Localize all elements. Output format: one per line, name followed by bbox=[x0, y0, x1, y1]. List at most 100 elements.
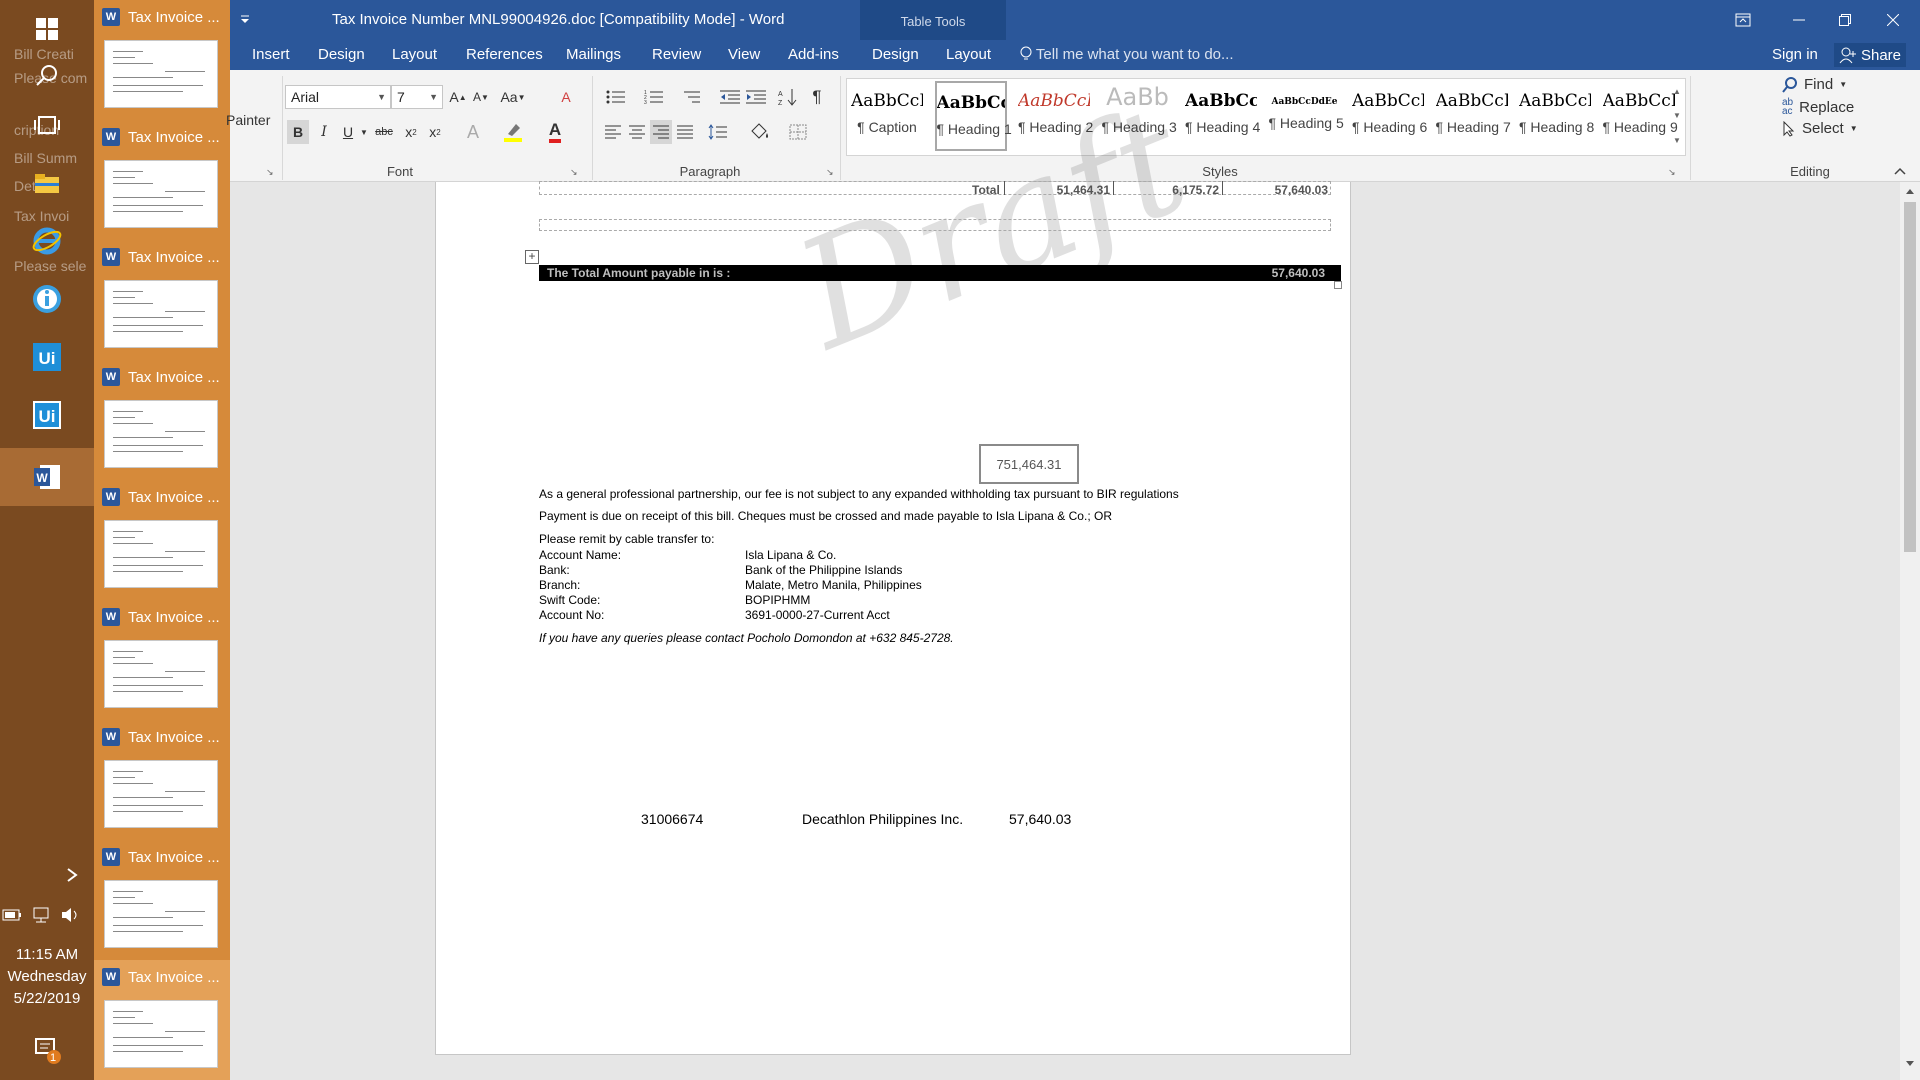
empty-table-row bbox=[539, 219, 1331, 231]
decrease-indent-button[interactable] bbox=[718, 85, 742, 109]
internet-explorer-button[interactable] bbox=[0, 212, 94, 270]
show-formatting-marks-button[interactable]: ¶ bbox=[806, 85, 828, 109]
style-option[interactable]: AaBbCcDdEe ¶ Heading 5 bbox=[1269, 81, 1344, 151]
line-spacing-button[interactable] bbox=[704, 120, 734, 144]
scroll-up-icon[interactable] bbox=[1905, 187, 1915, 195]
style-option[interactable]: AaBbCcD ¶ Heading 4 bbox=[1185, 81, 1260, 151]
align-right-button[interactable] bbox=[650, 120, 672, 144]
style-option[interactable]: AaBbCcI ¶ Heading 9 bbox=[1603, 81, 1678, 151]
tab-view[interactable]: View bbox=[728, 46, 760, 63]
styles-dialog-launcher[interactable]: ↘ bbox=[1668, 167, 1676, 178]
font-color-button[interactable]: A bbox=[540, 120, 570, 144]
table-move-handle[interactable]: + bbox=[525, 250, 539, 264]
taskbar-thumbnail-item[interactable]: W Tax Invoice ... bbox=[94, 840, 230, 960]
taskbar-thumbnail-item[interactable]: W Tax Invoice ... bbox=[94, 600, 230, 720]
styles-scroll-up[interactable]: ▲ bbox=[1670, 80, 1684, 102]
share-button[interactable]: Share bbox=[1834, 43, 1906, 67]
subscript-button[interactable]: x2 bbox=[400, 120, 422, 144]
vertical-scrollbar[interactable] bbox=[1900, 182, 1920, 1080]
task-view-button[interactable] bbox=[0, 96, 94, 154]
underline-dropdown[interactable]: ▼ bbox=[359, 122, 369, 142]
align-left-button[interactable] bbox=[602, 120, 624, 144]
tab-mailings[interactable]: Mailings bbox=[566, 46, 621, 63]
close-button[interactable] bbox=[1870, 0, 1916, 40]
styles-more-button[interactable]: ▼ bbox=[1670, 128, 1684, 152]
clock-day[interactable]: Wednesday bbox=[0, 968, 94, 985]
numbering-button[interactable]: 123 bbox=[638, 85, 670, 109]
taskbar-thumbnail-item[interactable]: W Tax Invoice ... bbox=[94, 480, 230, 600]
document-page[interactable]: Draft Total 51,464.31 6,175.72 57,640.03… bbox=[435, 73, 1351, 1055]
taskbar-thumbnail-item[interactable]: W Tax Invoice ... bbox=[94, 240, 230, 360]
find-button[interactable]: Find ▼ bbox=[1782, 76, 1847, 93]
taskbar-thumbnail-item[interactable]: W Tax Invoice ... bbox=[94, 360, 230, 480]
boxed-total-field[interactable]: 751,464.31 bbox=[979, 444, 1079, 484]
network-icon[interactable] bbox=[30, 907, 52, 923]
taskbar-thumbnail-item[interactable]: W Tax Invoice ... bbox=[94, 960, 230, 1080]
paragraph-dialog-launcher[interactable]: ↘ bbox=[826, 167, 834, 178]
shrink-font-button[interactable]: A ▼ bbox=[472, 87, 490, 107]
taskbar-thumbnail-item[interactable]: W Tax Invoice ... bbox=[94, 120, 230, 240]
font-dialog-launcher[interactable]: ↘ bbox=[570, 167, 578, 178]
taskbar-thumbnail-item[interactable]: W Tax Invoice ... bbox=[94, 0, 230, 120]
tab-review[interactable]: Review bbox=[652, 46, 701, 63]
quick-access-menu-icon[interactable] bbox=[240, 14, 250, 24]
style-option[interactable]: AaBbCcI ¶ Heading 6 bbox=[1352, 81, 1427, 151]
replace-button[interactable]: ab ac Replace bbox=[1782, 98, 1854, 117]
superscript-button[interactable]: x2 bbox=[424, 120, 446, 144]
text-effects-button[interactable]: A bbox=[458, 120, 488, 144]
align-center-button[interactable] bbox=[626, 120, 648, 144]
sign-in-link[interactable]: Sign in bbox=[1772, 46, 1818, 63]
italic-button[interactable]: I bbox=[313, 120, 335, 144]
scrollbar-thumb[interactable] bbox=[1904, 202, 1916, 552]
tell-me-search[interactable]: Tell me what you want to do... bbox=[1020, 46, 1234, 63]
scroll-down-icon[interactable] bbox=[1905, 1060, 1915, 1068]
taskbar-thumbnail-item[interactable]: W Tax Invoice ... bbox=[94, 720, 230, 840]
clear-formatting-button[interactable]: A bbox=[556, 87, 576, 107]
clipboard-dialog-launcher[interactable]: ↘ bbox=[266, 167, 274, 178]
bullets-button[interactable] bbox=[600, 85, 632, 109]
tab-table-design[interactable]: Design bbox=[872, 46, 919, 63]
collapse-ribbon-button[interactable] bbox=[1890, 162, 1910, 180]
shading-button[interactable] bbox=[744, 120, 776, 144]
multilevel-list-button[interactable] bbox=[676, 85, 708, 109]
battery-icon[interactable] bbox=[2, 908, 22, 922]
sort-button[interactable]: AZ bbox=[776, 85, 800, 109]
bold-button[interactable]: B bbox=[287, 120, 309, 144]
tab-insert[interactable]: Insert bbox=[252, 46, 290, 63]
restore-button[interactable] bbox=[1822, 0, 1868, 40]
clock-date[interactable]: 5/22/2019 bbox=[0, 990, 94, 1007]
clock-time[interactable]: 11:15 AM bbox=[0, 946, 94, 963]
ribbon-display-options-button[interactable] bbox=[1720, 0, 1766, 40]
font-size-select[interactable]: 7 ▼ bbox=[391, 85, 443, 109]
underline-button[interactable]: U bbox=[337, 120, 359, 144]
app-button-info[interactable] bbox=[0, 270, 94, 328]
show-more-button[interactable] bbox=[0, 860, 94, 890]
volume-icon[interactable] bbox=[60, 907, 80, 923]
tab-table-layout[interactable]: Layout bbox=[946, 46, 991, 63]
file-explorer-button[interactable] bbox=[0, 154, 94, 212]
word-taskbar-button[interactable]: W bbox=[0, 448, 94, 506]
format-painter-label[interactable]: Painter bbox=[226, 112, 270, 128]
grow-font-button[interactable]: A ▲ bbox=[449, 87, 467, 107]
justify-button[interactable] bbox=[674, 120, 696, 144]
borders-button[interactable] bbox=[782, 120, 814, 144]
table-resize-handle[interactable] bbox=[1334, 281, 1342, 289]
style-option[interactable]: AaBbCcI ¶ Heading 7 bbox=[1436, 81, 1511, 151]
tab-add-ins[interactable]: Add-ins bbox=[788, 46, 839, 63]
tab-design[interactable]: Design bbox=[318, 46, 365, 63]
minimize-button[interactable] bbox=[1776, 0, 1822, 40]
tab-references[interactable]: References bbox=[466, 46, 543, 63]
uipath-button-2[interactable]: Ui bbox=[0, 386, 94, 444]
styles-scroll-down[interactable]: ▼ bbox=[1670, 104, 1684, 126]
highlight-color-button[interactable] bbox=[498, 120, 528, 144]
strikethrough-button[interactable]: abc bbox=[373, 120, 395, 144]
change-case-button[interactable]: Aa ▼ bbox=[498, 87, 528, 107]
style-option[interactable]: AaBbCcI ¶ Caption bbox=[851, 81, 923, 151]
increase-indent-button[interactable] bbox=[744, 85, 768, 109]
font-name-select[interactable]: Arial ▼ bbox=[285, 85, 391, 109]
style-option[interactable]: AaBbCcI ¶ Heading 8 bbox=[1519, 81, 1594, 151]
tab-layout[interactable]: Layout bbox=[392, 46, 437, 63]
action-center-button[interactable]: 1 bbox=[0, 1028, 94, 1072]
select-button[interactable]: Select ▼ bbox=[1782, 120, 1858, 137]
uipath-button-1[interactable]: Ui bbox=[0, 328, 94, 386]
